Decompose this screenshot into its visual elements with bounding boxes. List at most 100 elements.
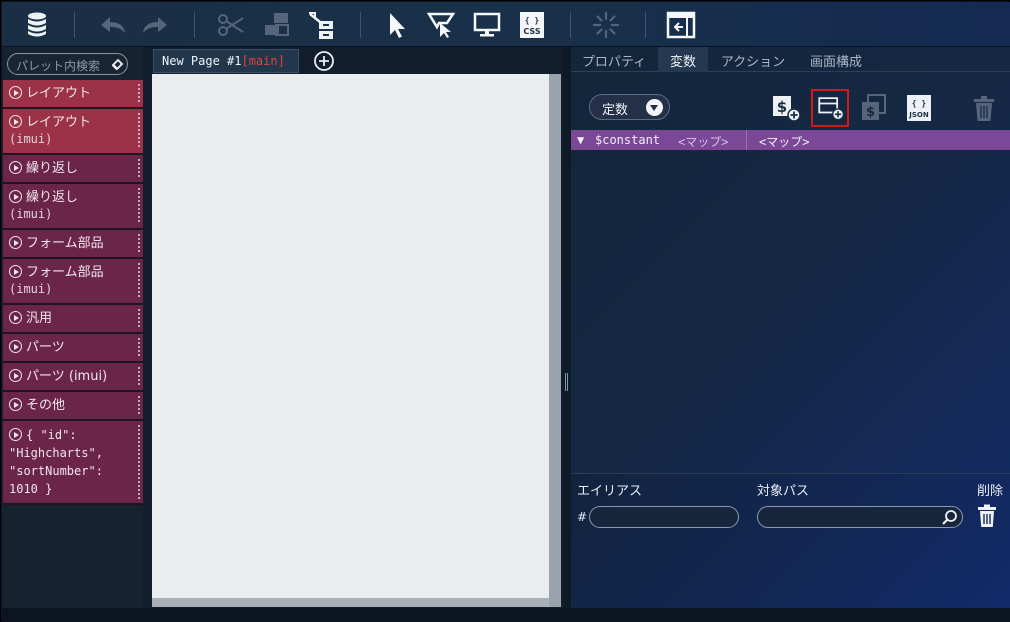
drag-handle[interactable] bbox=[138, 159, 140, 178]
tab-actions[interactable]: アクション bbox=[711, 47, 795, 72]
json-label: JSON bbox=[908, 111, 929, 119]
expand-icon bbox=[9, 161, 22, 174]
horizontal-scrollbar[interactable] bbox=[152, 598, 549, 607]
drag-handle[interactable] bbox=[138, 309, 140, 328]
palette-item-repeat-imui[interactable]: 繰り返し (imui) bbox=[3, 184, 143, 230]
chevron-down-icon bbox=[646, 99, 663, 116]
constant-type-select[interactable]: 定数 bbox=[589, 94, 670, 120]
expand-icon bbox=[9, 398, 22, 411]
vertical-scrollbar[interactable] bbox=[549, 74, 561, 607]
spinner-icon bbox=[589, 8, 623, 42]
page-tab-branch: [main] bbox=[241, 54, 285, 68]
palette-item-form-parts-imui[interactable]: フォーム部品 (imui) bbox=[3, 259, 143, 305]
palette-item-layout[interactable]: レイアウト bbox=[3, 80, 143, 109]
drag-handle[interactable] bbox=[138, 188, 140, 224]
panel-toggle-icon[interactable] bbox=[664, 8, 698, 42]
app-window: { } CSS パレット内検索 レイアウト レイアウト (imui) 繰り返し 繰り… bbox=[0, 0, 1010, 622]
redo-icon[interactable] bbox=[138, 8, 172, 42]
palette-list: レイアウト レイアウト (imui) 繰り返し 繰り返し (imui) フォーム部品… bbox=[3, 80, 143, 505]
alias-hash: # bbox=[577, 510, 588, 524]
cut-icon[interactable] bbox=[214, 8, 248, 42]
tab-variables[interactable]: 変数 bbox=[658, 47, 708, 72]
palette-item-sub: (imui) bbox=[9, 282, 53, 296]
drag-handle[interactable] bbox=[138, 338, 140, 357]
panel-splitter[interactable] bbox=[563, 47, 571, 622]
palette-item-layout-imui[interactable]: レイアウト (imui) bbox=[3, 109, 143, 155]
expand-icon bbox=[9, 369, 22, 382]
palette-item-other[interactable]: その他 bbox=[3, 392, 143, 421]
eraser-icon[interactable] bbox=[110, 57, 124, 71]
page-tab[interactable]: New Page #1[main] bbox=[153, 49, 299, 73]
expand-icon bbox=[9, 115, 22, 128]
palette-item-sub: (imui) bbox=[9, 207, 53, 221]
editor-area: New Page #1[main] bbox=[143, 47, 563, 622]
trash-icon[interactable] bbox=[969, 93, 999, 123]
palette-item-repeat[interactable]: 繰り返し bbox=[3, 155, 143, 184]
database-icon[interactable] bbox=[20, 8, 54, 42]
expand-icon bbox=[9, 236, 22, 249]
palette-item-general[interactable]: 汎用 bbox=[3, 305, 143, 334]
palette-item-sub: (imui) bbox=[9, 132, 53, 146]
css-icon[interactable]: { } CSS bbox=[515, 8, 549, 42]
toolbar-separator bbox=[570, 12, 571, 38]
target-path-input[interactable] bbox=[757, 506, 963, 528]
add-page-icon[interactable] bbox=[313, 50, 335, 72]
constant-name: $constant bbox=[595, 133, 661, 147]
constant-type-value: 定数 bbox=[602, 103, 629, 118]
constant-row[interactable]: ▼ $constant <マップ> <マップ> bbox=[571, 130, 1010, 150]
page-canvas-container bbox=[152, 74, 561, 607]
collapse-triangle-icon[interactable]: ▼ bbox=[577, 133, 584, 147]
svg-text:{ }: { } bbox=[912, 99, 927, 108]
palette-item-code-line: "Highcharts", bbox=[9, 446, 103, 460]
alias-input[interactable] bbox=[589, 506, 739, 528]
drag-handle[interactable] bbox=[138, 425, 140, 499]
constant-type: <マップ> bbox=[678, 135, 729, 149]
drag-handle[interactable] bbox=[138, 396, 140, 415]
copy-variable-icon[interactable]: $ bbox=[859, 93, 889, 123]
palette-item-label: レイアウト bbox=[26, 115, 92, 130]
alias-section: エイリアス 対象パス 削除 # bbox=[571, 473, 1010, 622]
splitter-grip[interactable] bbox=[565, 373, 569, 391]
expand-icon bbox=[9, 190, 22, 203]
palette-item-label: レイアウト bbox=[26, 86, 92, 101]
palette-item-code-line: "sortNumber": bbox=[9, 464, 103, 478]
undo-icon[interactable] bbox=[96, 8, 130, 42]
right-panel: プロパティ 変数 アクション 画面構成 定数 $ $ { } JSON ▼ $co… bbox=[571, 47, 1010, 622]
toolbar-separator bbox=[360, 12, 361, 38]
palette-item-parts[interactable]: パーツ bbox=[3, 334, 143, 363]
svg-text:{ }: { } bbox=[525, 16, 540, 25]
delete-row-icon[interactable] bbox=[976, 504, 998, 528]
status-bar bbox=[2, 608, 1010, 622]
tab-properties[interactable]: プロパティ bbox=[574, 47, 654, 72]
drag-handle[interactable] bbox=[138, 263, 140, 299]
constant-value: <マップ> bbox=[759, 135, 810, 149]
preview-icon[interactable] bbox=[470, 8, 504, 42]
expand-icon bbox=[9, 265, 22, 278]
copy-icon[interactable] bbox=[260, 8, 294, 42]
add-constant-icon[interactable] bbox=[811, 89, 849, 127]
add-variable-icon[interactable]: $ bbox=[771, 93, 801, 123]
delete-header: 削除 bbox=[977, 484, 1004, 499]
tab-screen-structure[interactable]: 画面構成 bbox=[800, 47, 872, 72]
column-divider bbox=[746, 130, 747, 150]
page-canvas[interactable] bbox=[152, 74, 549, 598]
drag-handle[interactable] bbox=[138, 367, 140, 386]
palette-item-highcharts[interactable]: { "id": "Highcharts", "sortNumber": 1010 } bbox=[3, 421, 143, 505]
expand-icon bbox=[9, 340, 22, 353]
expand-icon bbox=[9, 86, 22, 99]
palette-item-parts-imui[interactable]: パーツ (imui) bbox=[3, 363, 143, 392]
drag-handle[interactable] bbox=[138, 113, 140, 149]
select-area-icon[interactable] bbox=[425, 8, 459, 42]
drag-handle[interactable] bbox=[138, 84, 140, 103]
palette-item-form-parts[interactable]: フォーム部品 bbox=[3, 230, 143, 259]
json-icon[interactable]: { } JSON bbox=[904, 93, 934, 123]
drag-handle[interactable] bbox=[138, 234, 140, 253]
toolbar: { } CSS bbox=[2, 2, 1010, 47]
paste-icon[interactable] bbox=[304, 8, 338, 42]
search-icon[interactable] bbox=[941, 509, 958, 526]
palette-item-label: パーツ bbox=[26, 340, 65, 355]
expand-icon bbox=[9, 311, 22, 324]
palette-panel: パレット内検索 レイアウト レイアウト (imui) 繰り返し 繰り返し (imui… bbox=[2, 47, 143, 622]
palette-item-label: 繰り返し bbox=[26, 190, 79, 205]
select-arrow-icon[interactable] bbox=[380, 8, 414, 42]
